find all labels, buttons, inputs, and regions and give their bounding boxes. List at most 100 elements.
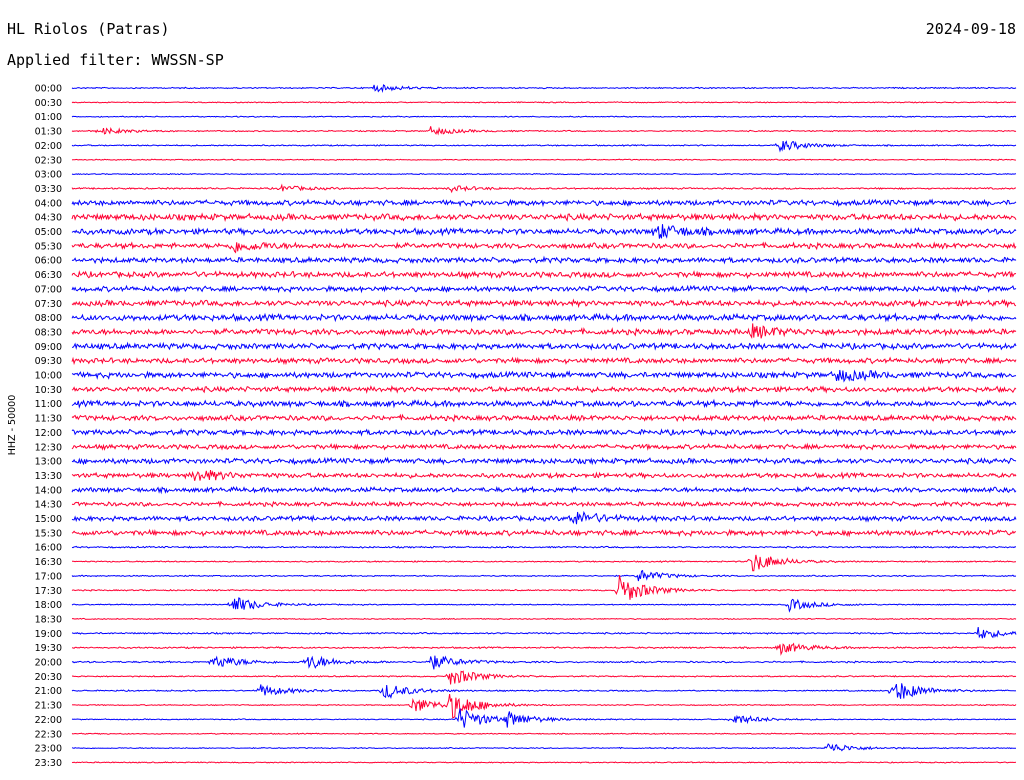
row-label: 01:00: [35, 112, 62, 123]
trace-row-4: [71, 140, 1017, 153]
row-label: 11:30: [35, 414, 62, 425]
trace-row-36: [71, 597, 1017, 613]
row-label: 10:00: [35, 371, 62, 382]
trace-row-24: [71, 427, 1016, 437]
row-label: 17:30: [35, 586, 62, 597]
trace-row-19: [71, 356, 1017, 366]
trace-row-18: [71, 341, 1017, 351]
trace-row-2: [71, 115, 1017, 118]
row-label: 20:00: [35, 658, 62, 669]
traces-group: [71, 84, 1017, 764]
row-label: 08:00: [35, 313, 62, 324]
trace-row-46: [71, 743, 1016, 752]
row-label: 16:30: [35, 557, 62, 568]
trace-row-41: [71, 670, 1017, 685]
row-label: 15:30: [35, 528, 62, 539]
row-label: 05:00: [35, 227, 62, 238]
trace-row-33: [72, 554, 1017, 572]
row-label: 22:00: [35, 715, 62, 726]
trace-row-30: [71, 510, 1017, 525]
trace-row-37: [71, 617, 1017, 621]
trace-row-17: [71, 323, 1017, 339]
trace-row-12: [71, 255, 1017, 265]
row-label: 17:00: [35, 571, 62, 582]
trace-row-16: [71, 312, 1017, 323]
row-label: 18:00: [35, 600, 62, 611]
trace-row-15: [71, 298, 1017, 309]
trace-row-34: [71, 569, 1017, 582]
trace-row-42: [71, 683, 1017, 699]
trace-row-28: [71, 485, 1017, 495]
row-label: 10:30: [35, 385, 62, 396]
trace-row-45: [71, 732, 1017, 735]
row-label: 19:00: [35, 629, 62, 640]
row-label: 00:30: [35, 98, 62, 109]
row-label: 12:30: [35, 442, 62, 453]
row-label: 18:30: [35, 614, 62, 625]
trace-row-8: [71, 198, 1017, 208]
trace-row-10: [71, 224, 1017, 239]
row-label: 04:00: [35, 198, 62, 209]
row-label: 02:00: [35, 141, 62, 152]
row-labels-group: 00:00 00:30 01:00 01:30 02:00 02:30 03:00 03:30…: [35, 84, 62, 769]
trace-row-7: [71, 183, 1016, 194]
trace-row-39: [71, 642, 1017, 656]
row-label: 03:00: [35, 170, 62, 181]
row-label: 13:30: [35, 471, 62, 482]
trace-row-31: [71, 528, 1017, 538]
trace-row-14: [71, 284, 1017, 294]
trace-row-27: [71, 470, 1017, 481]
row-label: 14:30: [35, 500, 62, 511]
trace-row-35: [71, 575, 1016, 600]
row-label: 20:30: [35, 672, 62, 683]
row-label: 05:30: [35, 241, 62, 252]
row-label: 07:00: [35, 284, 62, 295]
trace-row-40: [71, 655, 1017, 670]
trace-row-21: [71, 385, 1017, 395]
trace-row-5: [71, 158, 1017, 161]
row-label: 04:30: [35, 213, 62, 224]
row-label: 09:00: [35, 342, 62, 353]
trace-row-20: [71, 369, 1017, 383]
trace-row-26: [71, 456, 1017, 466]
row-label: 21:30: [35, 701, 62, 712]
row-label: 07:30: [35, 299, 62, 310]
row-label: 08:30: [35, 327, 62, 338]
row-label: 21:00: [35, 686, 62, 697]
row-label: 00:00: [35, 84, 62, 95]
row-label: 02:30: [35, 155, 62, 166]
row-label: 12:00: [35, 428, 62, 439]
trace-row-22: [71, 398, 1017, 409]
row-label: 09:30: [35, 356, 62, 367]
row-label: 06:30: [35, 270, 62, 281]
row-label: 13:00: [35, 457, 62, 468]
row-label: 01:30: [35, 127, 62, 138]
trace-row-43: [71, 694, 1017, 719]
trace-row-1: [71, 101, 1017, 104]
trace-row-23: [71, 413, 1017, 423]
trace-row-13: [71, 270, 1017, 280]
row-label: 15:00: [35, 514, 62, 525]
trace-row-0: [71, 84, 1017, 93]
trace-row-3: [71, 126, 1017, 136]
trace-row-47: [71, 761, 1017, 764]
row-label: 23:30: [35, 758, 62, 769]
y-axis-label: HHZ - 50000: [7, 395, 18, 455]
trace-row-32: [71, 545, 1017, 549]
row-label: 06:00: [35, 256, 62, 267]
row-label: 23:00: [35, 744, 62, 755]
trace-row-6: [71, 172, 1017, 176]
trace-row-25: [71, 442, 1017, 451]
row-label: 22:30: [35, 729, 62, 740]
trace-row-44: [71, 708, 1017, 728]
row-label: 03:30: [35, 184, 62, 195]
row-label: 11:00: [35, 399, 62, 410]
helicorder-plot: 00:00 00:30 01:00 01:30 02:00 02:30 03:00 03:30…: [7, 84, 1017, 769]
trace-row-38: [71, 627, 1017, 639]
trace-row-9: [71, 211, 1017, 223]
row-label: 14:00: [35, 485, 62, 496]
row-label: 19:30: [35, 643, 62, 654]
trace-row-29: [71, 500, 1017, 508]
trace-row-11: [71, 241, 1017, 254]
row-label: 16:00: [35, 543, 62, 554]
